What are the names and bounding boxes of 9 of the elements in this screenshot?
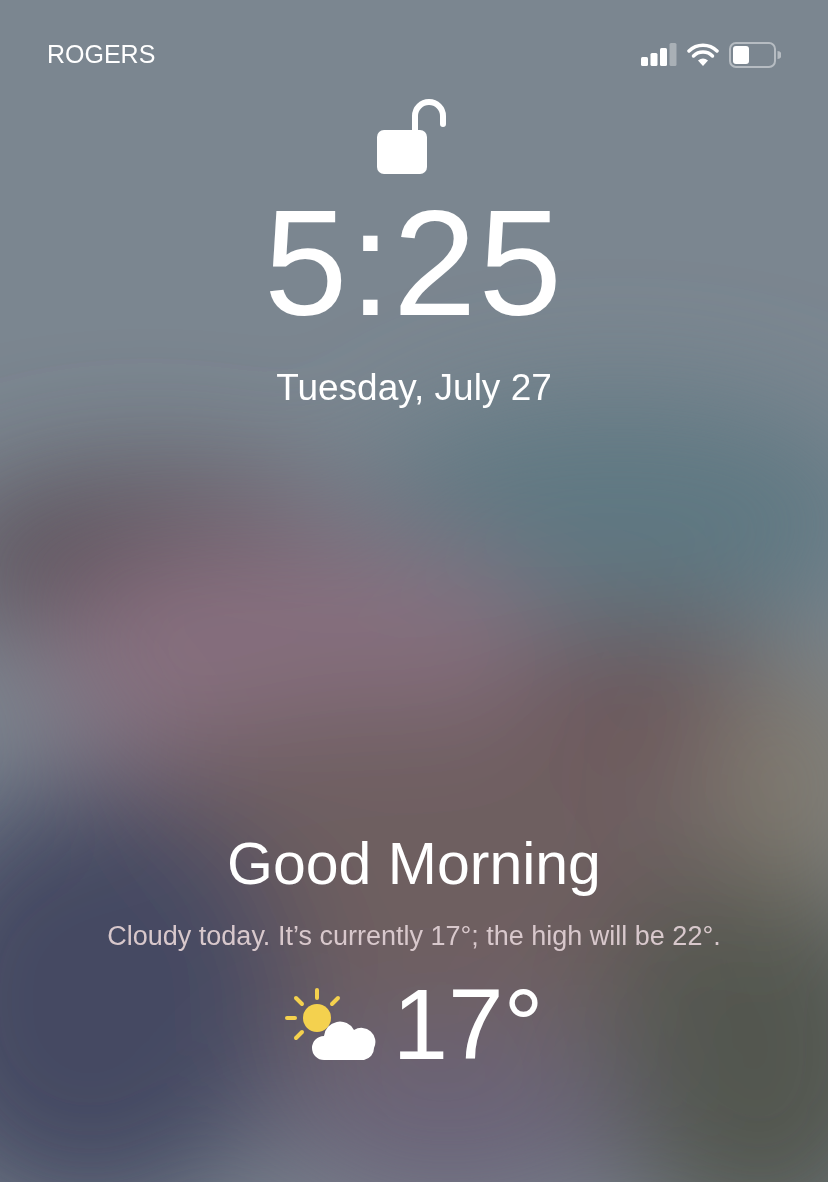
carrier-name: ROGERS [47,39,156,70]
battery-icon [729,41,781,68]
signal-icon [641,42,677,67]
date-label: Tuesday, July 27 [276,365,552,410]
weather-summary: Cloudy today. It’s currently 17°; the high will be 22°. [106,920,722,953]
temperature-reading: 17° [392,974,544,1074]
greeting-title: Good Morning [227,835,601,894]
clock-time: 5:25 [264,187,564,338]
wifi-icon [687,42,719,67]
